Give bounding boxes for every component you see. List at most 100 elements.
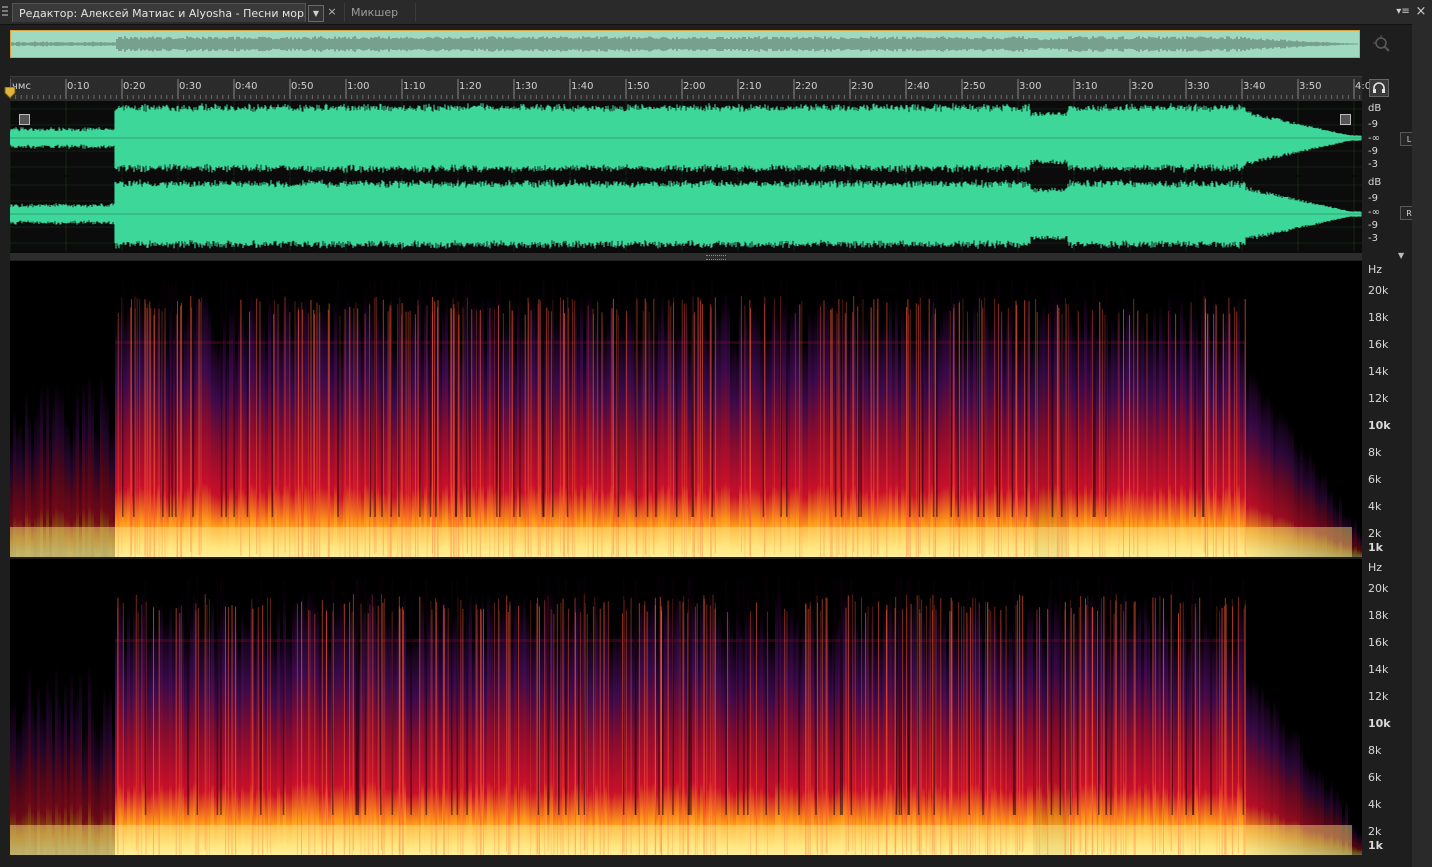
headphones-icon[interactable]	[1369, 79, 1389, 97]
spec-column	[235, 344, 238, 557]
spec-column	[424, 299, 427, 557]
spec-column	[217, 342, 220, 557]
spec-column	[892, 617, 895, 855]
spec-transient	[1221, 607, 1223, 855]
spec-transient	[437, 300, 439, 557]
hz-label: 8k	[1368, 744, 1382, 757]
spec-column	[556, 319, 559, 557]
spec-transient	[1028, 301, 1030, 557]
spec-transient	[626, 310, 628, 557]
ruler-label: 1:30	[515, 81, 538, 92]
spec-column	[274, 641, 277, 855]
spec-transient	[1125, 601, 1127, 855]
tab-mixer[interactable]: Микшер	[344, 3, 416, 22]
spec-transient	[1047, 313, 1049, 557]
spec-transient	[712, 594, 714, 851]
spec-column	[415, 633, 418, 855]
spec-column	[718, 613, 721, 855]
spec-gap	[1192, 579, 1195, 815]
spec-transient	[357, 308, 359, 557]
spectrogram-right[interactable]	[10, 559, 1362, 855]
fade-out-handle[interactable]	[1340, 114, 1351, 125]
spec-gap	[435, 281, 437, 517]
spec-column	[280, 327, 283, 557]
spec-transient	[382, 602, 384, 855]
spec-gap	[833, 579, 835, 815]
spec-transient	[1154, 597, 1156, 854]
spec-column	[445, 296, 448, 557]
spec-column	[760, 332, 763, 557]
overview-navigator[interactable]	[10, 30, 1360, 58]
spec-column	[214, 336, 217, 557]
chevron-down-icon[interactable]: ▼	[1398, 252, 1408, 260]
time-ruler[interactable]: чмс 0:10 0:20 0:30 0:40 0:50 1:00 1:10 1:20 1:30 1…	[10, 76, 1371, 101]
hz-label: 16k	[1368, 636, 1389, 649]
spec-transient	[586, 613, 588, 855]
spec-column	[589, 624, 592, 855]
tab-editor[interactable]: Редактор: Алексей Матиас и Alyosha - Пес…	[12, 3, 306, 22]
spec-gap	[1076, 281, 1078, 517]
spec-transient	[553, 613, 555, 855]
spec-column	[1147, 612, 1150, 855]
spec-column	[868, 342, 871, 557]
spec-transient	[349, 306, 351, 557]
spec-transient	[477, 609, 479, 855]
channel-right-waveform[interactable]	[10, 177, 1362, 251]
spec-column	[1120, 331, 1123, 557]
panel-menu-icon[interactable]: ▾≡	[1396, 5, 1410, 19]
spec-column	[751, 607, 754, 855]
spec-transient	[809, 601, 811, 855]
spec-transient	[240, 299, 242, 556]
spec-transient	[191, 307, 193, 557]
spec-gap	[834, 281, 837, 517]
spec-transient	[1123, 611, 1124, 855]
spec-transient	[339, 315, 341, 557]
spec-column	[463, 632, 466, 855]
spec-column	[874, 339, 877, 557]
spectrogram-left[interactable]	[10, 261, 1362, 557]
ruler-label: 3:40	[1243, 81, 1266, 92]
hz-label: 10k	[1368, 717, 1391, 730]
waveform-display[interactable]	[10, 101, 1362, 253]
spec-gap	[271, 281, 274, 517]
spec-column	[166, 343, 169, 557]
spec-transient	[310, 299, 312, 556]
panel-divider[interactable]	[10, 253, 1362, 260]
spec-column	[1024, 634, 1027, 855]
spec-transient	[235, 606, 237, 855]
panel-close-icon[interactable]: ×	[1414, 4, 1428, 20]
zoom-icon[interactable]	[1372, 34, 1392, 54]
spec-column	[631, 318, 634, 557]
channel-left-waveform[interactable]	[10, 101, 1362, 175]
fade-in-handle[interactable]	[19, 114, 30, 125]
spec-column	[619, 326, 622, 557]
spec-transient	[502, 313, 504, 557]
playhead-icon[interactable]	[4, 86, 16, 100]
spec-gap	[1014, 579, 1016, 815]
divider-grip-icon[interactable]	[706, 255, 726, 260]
spec-transient	[865, 612, 867, 855]
spec-transient	[560, 602, 562, 855]
spec-transient	[801, 301, 803, 557]
spec-transient	[267, 597, 268, 854]
spec-gap	[1105, 281, 1107, 517]
overview-wave-path	[11, 36, 1358, 52]
close-icon[interactable]: ×	[326, 4, 338, 20]
spec-gap	[144, 579, 147, 815]
panel-grip-icon[interactable]	[2, 6, 8, 18]
spec-transient	[302, 309, 304, 557]
spec-transient	[389, 304, 391, 557]
spec-column	[640, 598, 643, 855]
spec-column	[340, 600, 343, 855]
spec-column	[211, 331, 214, 557]
spec-column	[661, 292, 664, 557]
spec-transient	[139, 299, 141, 556]
chevron-down-icon[interactable]: ▼	[308, 5, 324, 22]
spec-column	[205, 292, 208, 557]
spec-transient	[831, 308, 833, 557]
spec-gap	[900, 579, 903, 815]
spec-transient	[257, 607, 259, 855]
spec-transient	[910, 603, 912, 855]
spec-transient	[314, 313, 316, 557]
spec-column	[724, 291, 727, 557]
